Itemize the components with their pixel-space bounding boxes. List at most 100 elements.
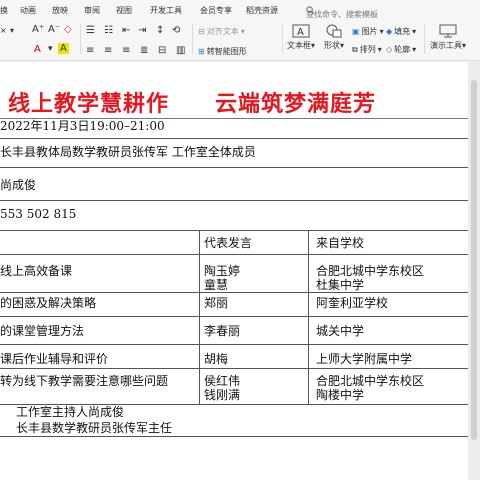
divider [192, 24, 193, 54]
align-text-button[interactable]: ⊟ 对齐文本 ▾ [198, 26, 245, 37]
line-spacing-icon[interactable]: ↕ [156, 25, 164, 36]
dropdown-icon[interactable]: ▾ [48, 44, 53, 54]
indent-decrease-icon[interactable]: ⇤ [122, 25, 130, 36]
menu-item-transition[interactable]: 换 [0, 5, 8, 16]
row-topic: 课后作业辅导和评价 [0, 352, 109, 366]
column-divider [199, 230, 200, 404]
numbered-list-icon[interactable]: ☷ [104, 25, 113, 36]
picture-button[interactable]: ▣ 图片 ▾ [352, 26, 384, 37]
row-speaker: 郑丽 [204, 296, 229, 310]
presenter-tools-label: 演示工具 [429, 41, 462, 50]
textbox-icon: A [292, 24, 310, 38]
dropdown-icon: ▾ [412, 45, 417, 54]
align-left-icon[interactable]: ≡ [86, 45, 94, 56]
row-school: 陶楼中学 [316, 388, 365, 402]
menu-item-docer[interactable]: 稻壳资源 [246, 5, 278, 16]
row-school: 上师大学附属中学 [316, 352, 413, 366]
ribbon-toolbar: × ▾ A⁺ A⁻ ◇ A ▾ A ☰ ☷ ⇤ ⇥ ↕ ⟲ ≡ ≡ ≡ ≣ ⊟ … [0, 20, 480, 61]
align-text-icon: ⊟ [198, 27, 205, 36]
divider [0, 138, 468, 139]
slide-title: 线上教学慧耕作 云端筑梦满庭芳 [8, 92, 377, 117]
header-speaker: 代表发言 [204, 236, 253, 250]
picture-icon: ▣ [352, 27, 360, 36]
picture-label: 图片 [361, 27, 378, 36]
menu-item-member[interactable]: 会员专享 [200, 5, 232, 16]
divider [0, 230, 468, 231]
outline-button[interactable]: ◇ 轮廓 ▾ [386, 44, 416, 55]
highlight-icon[interactable]: A [58, 43, 69, 54]
grow-font-icon[interactable]: A⁺ [32, 24, 44, 35]
svg-text:A: A [297, 27, 304, 38]
distribute-icon[interactable]: ⊟ [158, 45, 166, 56]
arrange-icon: ⧉ [352, 44, 358, 54]
shape-icon [326, 24, 342, 38]
align-center-icon[interactable]: ≡ [104, 45, 112, 56]
columns-icon[interactable]: ▥ [176, 45, 185, 56]
indent-increase-icon[interactable]: ⇥ [138, 25, 146, 36]
row-speaker: 李春丽 [204, 324, 241, 338]
close-x-icon[interactable]: × [0, 26, 7, 35]
row-topic: 线上高效备课 [0, 264, 73, 278]
smart-graphic-button[interactable]: ⊞ 转智能图形 [198, 46, 247, 57]
row-topic: 转为线下教学需要注意哪些问题 [0, 374, 169, 388]
row-speaker: 钱刚满 [204, 388, 241, 402]
shape-button[interactable]: 形状▾ [320, 24, 348, 51]
menu-item-review[interactable]: 审阅 [84, 5, 100, 16]
menu-item-developer[interactable]: 开发工具 [150, 5, 182, 16]
presenter-tools-button[interactable]: 演示工具▾ [428, 24, 468, 51]
arrange-label: 排列 [359, 45, 376, 54]
row-school: 阿奎利亚学校 [316, 296, 389, 310]
font-color-icon[interactable]: A [34, 44, 41, 55]
align-right-icon[interactable]: ≡ [122, 45, 130, 56]
presenter-icon [439, 24, 457, 38]
dropdown-icon: ▾ [379, 27, 384, 36]
divider [0, 436, 468, 437]
scrollbar-thumb[interactable] [471, 80, 477, 440]
divider [424, 24, 425, 54]
host-name: 尚成俊 [0, 178, 37, 192]
fill-icon: ◆ [386, 27, 393, 36]
smart-graphic-label: 转智能图形 [206, 47, 247, 56]
row-school: 杜集中学 [316, 278, 365, 292]
meeting-id: 553 502 815 [0, 207, 77, 221]
arrange-button[interactable]: ⧉ 排列 ▾ [352, 44, 382, 55]
row-speaker: 胡梅 [204, 352, 229, 366]
closing-host: 工作室主持人尚成俊 [16, 405, 125, 419]
header-school: 来自学校 [316, 236, 365, 250]
smart-graphic-icon: ⊞ [198, 47, 205, 56]
menu-item-view[interactable]: 视图 [116, 5, 132, 16]
menu-bar: 换 动画 放映 审阅 视图 开发工具 会员专享 稻壳资源 查找命令、搜索模板 [0, 0, 480, 20]
divider [0, 316, 468, 317]
shrink-font-icon[interactable]: A⁻ [48, 24, 60, 35]
clear-format-icon[interactable]: ◇ [64, 24, 72, 35]
closing-researcher: 长丰县数学教研员张传军主任 [16, 421, 173, 435]
menu-item-animation[interactable]: 动画 [20, 5, 36, 16]
participants: 长丰县教体局数学教研员张传军 工作室全体成员 [0, 145, 256, 159]
dropdown-icon: ▾ [412, 27, 417, 36]
textbox-label: 文本框 [286, 41, 311, 50]
divider [282, 24, 283, 54]
dropdown-icon[interactable]: ▾ [10, 26, 14, 35]
justify-icon[interactable]: ≣ [140, 45, 148, 56]
divider [0, 167, 468, 168]
column-divider [308, 230, 309, 404]
divider [0, 200, 468, 201]
row-school: 城关中学 [316, 324, 365, 338]
row-speaker: 童慧 [204, 278, 229, 292]
textbox-button[interactable]: A 文本框▾ [286, 24, 316, 51]
bullet-list-icon[interactable]: ☰ [86, 25, 95, 36]
row-topic: 的困惑及解决策略 [0, 296, 97, 310]
fill-label: 填充 [394, 27, 411, 36]
row-topic: 的课堂管理方法 [0, 324, 85, 338]
text-direction-icon[interactable]: ⟲ [172, 25, 180, 36]
dropdown-icon: ▾ [240, 27, 245, 36]
divider [0, 344, 468, 345]
align-text-label: 对齐文本 [206, 27, 239, 36]
menu-item-slideshow[interactable]: 放映 [52, 5, 68, 16]
fill-button[interactable]: ◆ 填充 ▾ [386, 26, 416, 37]
meeting-time: 2022年11月3日19:00–21:00 [0, 119, 165, 133]
search-placeholder: 查找命令、搜索模板 [306, 10, 378, 19]
divider [80, 24, 81, 54]
command-search[interactable]: 查找命令、搜索模板 [306, 4, 378, 19]
divider [0, 292, 468, 293]
